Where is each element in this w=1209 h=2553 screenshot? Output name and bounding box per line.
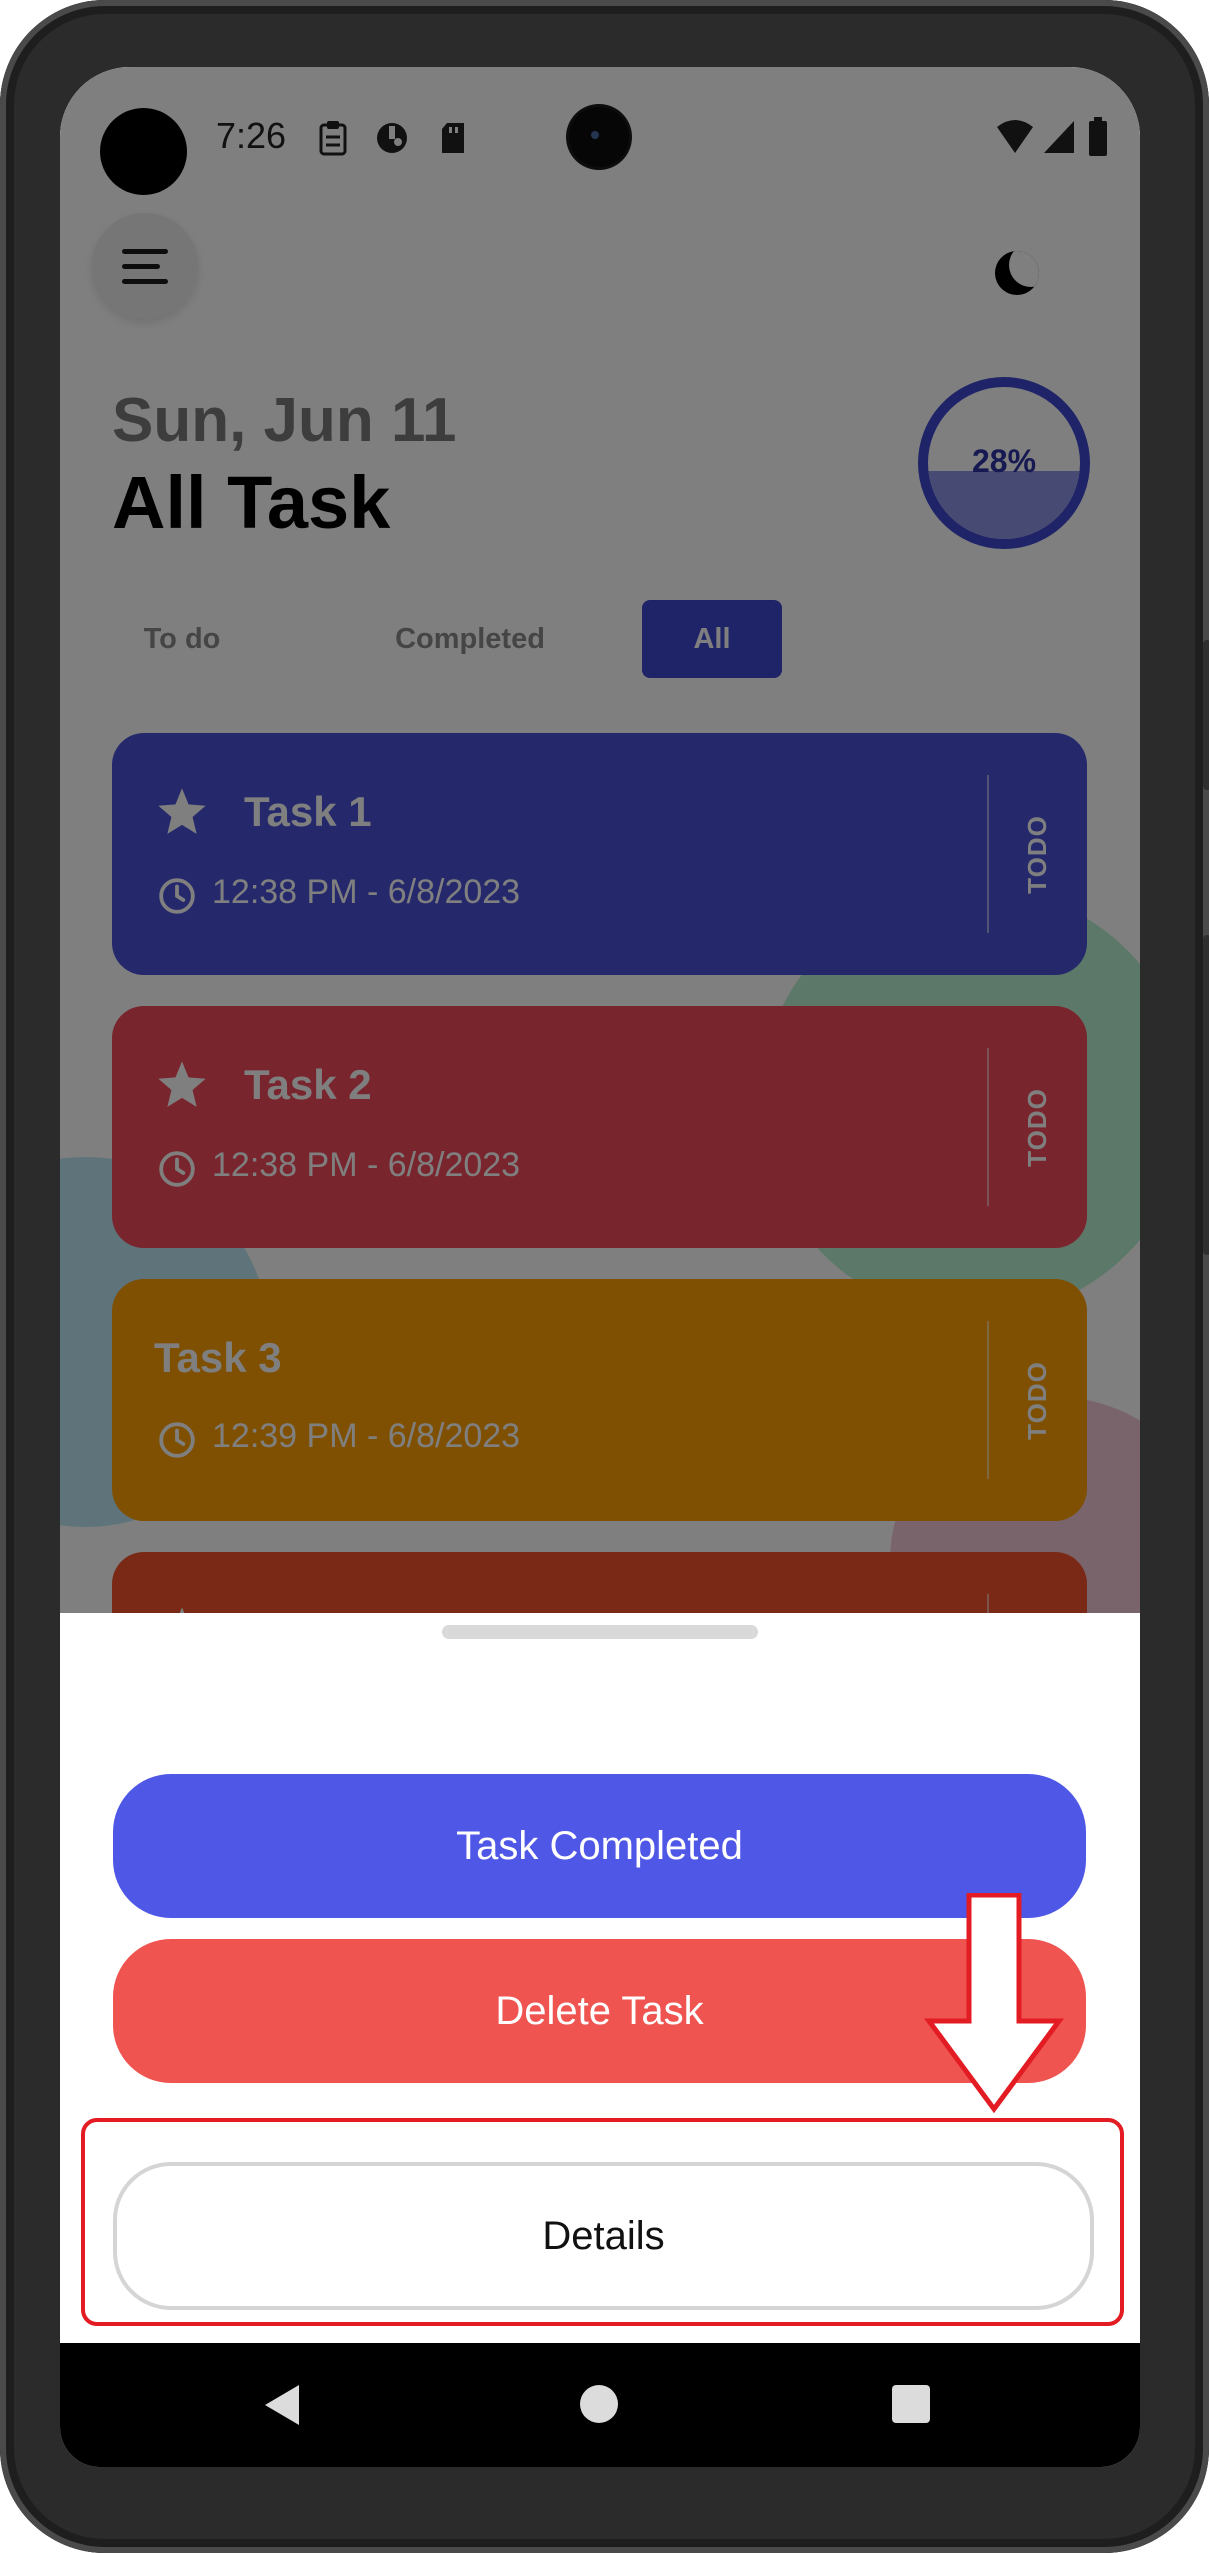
power-button [1203, 640, 1209, 790]
highlight-box [81, 2118, 1124, 2326]
modal-scrim[interactable] [60, 67, 1140, 1613]
system-navigation-bar [60, 2343, 1140, 2467]
volume-button [1203, 935, 1209, 1255]
back-icon[interactable] [265, 2385, 299, 2425]
home-icon[interactable] [580, 2385, 618, 2423]
recents-icon[interactable] [892, 2385, 930, 2423]
app-main-screen: 7:26 [60, 67, 1140, 1613]
sheet-drag-handle[interactable] [442, 1625, 758, 1639]
task-actions-bottom-sheet: Task Completed Delete Task Details [60, 1613, 1140, 2343]
down-arrow-annotation-icon [924, 1893, 1064, 2113]
device-screen: 7:26 [60, 67, 1140, 2467]
